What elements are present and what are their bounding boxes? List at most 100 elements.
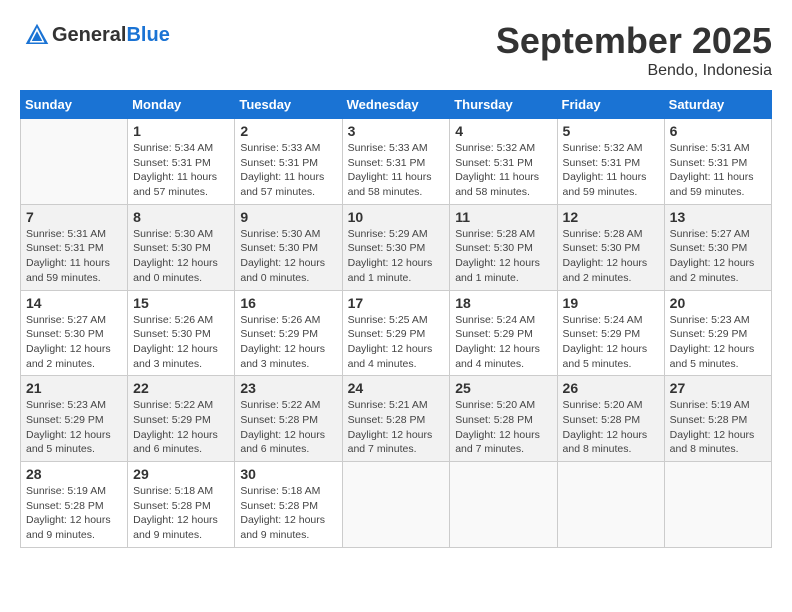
day-number: 28 [26,466,122,482]
day-info: Sunrise: 5:32 AMSunset: 5:31 PMDaylight:… [455,141,551,200]
calendar-day-cell: 10Sunrise: 5:29 AMSunset: 5:30 PMDayligh… [342,204,450,290]
day-info: Sunrise: 5:30 AMSunset: 5:30 PMDaylight:… [133,227,229,286]
day-number: 30 [240,466,336,482]
day-number: 3 [348,123,445,139]
calendar-week-row: 1 Sunrise: 5:34 AMSunset: 5:31 PMDaylight… [21,119,772,205]
day-number: 9 [240,209,336,225]
calendar-day-cell [21,119,128,205]
calendar-day-cell: 1 Sunrise: 5:34 AMSunset: 5:31 PMDaylight… [128,119,235,205]
day-info: Sunrise: 5:25 AMSunset: 5:29 PMDaylight:… [348,313,445,372]
day-number: 2 [240,123,336,139]
calendar-day-cell: 21Sunrise: 5:23 AMSunset: 5:29 PMDayligh… [21,376,128,462]
calendar-week-row: 21Sunrise: 5:23 AMSunset: 5:29 PMDayligh… [21,376,772,462]
calendar-header-friday: Friday [557,91,664,119]
logo-general: General [52,24,126,46]
day-info: Sunrise: 5:26 AMSunset: 5:30 PMDaylight:… [133,313,229,372]
day-info: Sunrise: 5:18 AMSunset: 5:28 PMDaylight:… [240,484,336,543]
calendar-day-cell: 19Sunrise: 5:24 AMSunset: 5:29 PMDayligh… [557,290,664,376]
day-number: 18 [455,295,551,311]
calendar-header-saturday: Saturday [664,91,771,119]
day-info: Sunrise: 5:19 AMSunset: 5:28 PMDaylight:… [26,484,122,543]
logo: GeneralBlue [20,20,170,50]
calendar-day-cell: 29 Sunrise: 5:18 AMSunset: 5:28 PMDayligh… [128,462,235,548]
day-info: Sunrise: 5:20 AMSunset: 5:28 PMDaylight:… [455,398,551,457]
calendar-day-cell: 26Sunrise: 5:20 AMSunset: 5:28 PMDayligh… [557,376,664,462]
calendar-day-cell: 17 Sunrise: 5:25 AMSunset: 5:29 PMDayligh… [342,290,450,376]
page-header: GeneralBlue September 2025 Bendo, Indone… [20,20,772,80]
day-info: Sunrise: 5:22 AMSunset: 5:29 PMDaylight:… [133,398,229,457]
calendar-day-cell: 27Sunrise: 5:19 AMSunset: 5:28 PMDayligh… [664,376,771,462]
day-number: 22 [133,380,229,396]
calendar-day-cell: 24 Sunrise: 5:21 AMSunset: 5:28 PMDayligh… [342,376,450,462]
location-title: Bendo, Indonesia [496,62,772,80]
day-info: Sunrise: 5:28 AMSunset: 5:30 PMDaylight:… [563,227,659,286]
calendar-header-wednesday: Wednesday [342,91,450,119]
day-number: 12 [563,209,659,225]
calendar-day-cell: 8Sunrise: 5:30 AMSunset: 5:30 PMDaylight… [128,204,235,290]
day-info: Sunrise: 5:27 AMSunset: 5:30 PMDaylight:… [26,313,122,372]
day-info: Sunrise: 5:18 AMSunset: 5:28 PMDaylight:… [133,484,229,543]
calendar-day-cell: 5 Sunrise: 5:32 AMSunset: 5:31 PMDaylight… [557,119,664,205]
day-number: 29 [133,466,229,482]
calendar-day-cell: 13Sunrise: 5:27 AMSunset: 5:30 PMDayligh… [664,204,771,290]
calendar-header-thursday: Thursday [450,91,557,119]
day-info: Sunrise: 5:32 AMSunset: 5:31 PMDaylight:… [563,141,659,200]
day-info: Sunrise: 5:21 AMSunset: 5:28 PMDaylight:… [348,398,445,457]
day-info: Sunrise: 5:29 AMSunset: 5:30 PMDaylight:… [348,227,445,286]
day-number: 23 [240,380,336,396]
day-number: 25 [455,380,551,396]
day-number: 19 [563,295,659,311]
calendar-table: SundayMondayTuesdayWednesdayThursdayFrid… [20,90,772,548]
calendar-day-cell: 7 Sunrise: 5:31 AMSunset: 5:31 PMDaylight… [21,204,128,290]
day-number: 1 [133,123,229,139]
calendar-week-row: 28 Sunrise: 5:19 AMSunset: 5:28 PMDayligh… [21,462,772,548]
day-number: 17 [348,295,445,311]
calendar-day-cell: 16 Sunrise: 5:26 AMSunset: 5:29 PMDayligh… [235,290,342,376]
calendar-header-sunday: Sunday [21,91,128,119]
logo-icon [22,20,52,50]
day-info: Sunrise: 5:33 AMSunset: 5:31 PMDaylight:… [348,141,445,200]
day-info: Sunrise: 5:31 AMSunset: 5:31 PMDaylight:… [26,227,122,286]
calendar-day-cell: 2 Sunrise: 5:33 AMSunset: 5:31 PMDaylight… [235,119,342,205]
day-number: 4 [455,123,551,139]
calendar-day-cell: 18 Sunrise: 5:24 AMSunset: 5:29 PMDayligh… [450,290,557,376]
day-info: Sunrise: 5:26 AMSunset: 5:29 PMDaylight:… [240,313,336,372]
calendar-day-cell: 22 Sunrise: 5:22 AMSunset: 5:29 PMDayligh… [128,376,235,462]
calendar-day-cell: 30 Sunrise: 5:18 AMSunset: 5:28 PMDayligh… [235,462,342,548]
day-number: 24 [348,380,445,396]
day-number: 14 [26,295,122,311]
day-info: Sunrise: 5:24 AMSunset: 5:29 PMDaylight:… [455,313,551,372]
day-info: Sunrise: 5:22 AMSunset: 5:28 PMDaylight:… [240,398,336,457]
calendar-day-cell [664,462,771,548]
day-info: Sunrise: 5:30 AMSunset: 5:30 PMDaylight:… [240,227,336,286]
calendar-day-cell [450,462,557,548]
day-info: Sunrise: 5:34 AMSunset: 5:31 PMDaylight:… [133,141,229,200]
calendar-header-tuesday: Tuesday [235,91,342,119]
day-number: 15 [133,295,229,311]
day-number: 26 [563,380,659,396]
calendar-day-cell: 12 Sunrise: 5:28 AMSunset: 5:30 PMDayligh… [557,204,664,290]
calendar-week-row: 7 Sunrise: 5:31 AMSunset: 5:31 PMDaylight… [21,204,772,290]
calendar-day-cell: 11 Sunrise: 5:28 AMSunset: 5:30 PMDayligh… [450,204,557,290]
calendar-day-cell: 9 Sunrise: 5:30 AMSunset: 5:30 PMDaylight… [235,204,342,290]
calendar-day-cell [342,462,450,548]
calendar-day-cell [557,462,664,548]
day-info: Sunrise: 5:31 AMSunset: 5:31 PMDaylight:… [670,141,766,200]
day-number: 20 [670,295,766,311]
day-number: 6 [670,123,766,139]
calendar-day-cell: 3 Sunrise: 5:33 AMSunset: 5:31 PMDaylight… [342,119,450,205]
day-number: 16 [240,295,336,311]
day-info: Sunrise: 5:27 AMSunset: 5:30 PMDaylight:… [670,227,766,286]
calendar-day-cell: 6 Sunrise: 5:31 AMSunset: 5:31 PMDaylight… [664,119,771,205]
calendar-day-cell: 14 Sunrise: 5:27 AMSunset: 5:30 PMDayligh… [21,290,128,376]
title-block: September 2025 Bendo, Indonesia [496,20,772,80]
day-info: Sunrise: 5:28 AMSunset: 5:30 PMDaylight:… [455,227,551,286]
calendar-day-cell: 20Sunrise: 5:23 AMSunset: 5:29 PMDayligh… [664,290,771,376]
day-number: 5 [563,123,659,139]
day-number: 7 [26,209,122,225]
calendar-day-cell: 25 Sunrise: 5:20 AMSunset: 5:28 PMDayligh… [450,376,557,462]
month-title: September 2025 [496,20,772,62]
day-info: Sunrise: 5:33 AMSunset: 5:31 PMDaylight:… [240,141,336,200]
day-number: 11 [455,209,551,225]
calendar-header-monday: Monday [128,91,235,119]
